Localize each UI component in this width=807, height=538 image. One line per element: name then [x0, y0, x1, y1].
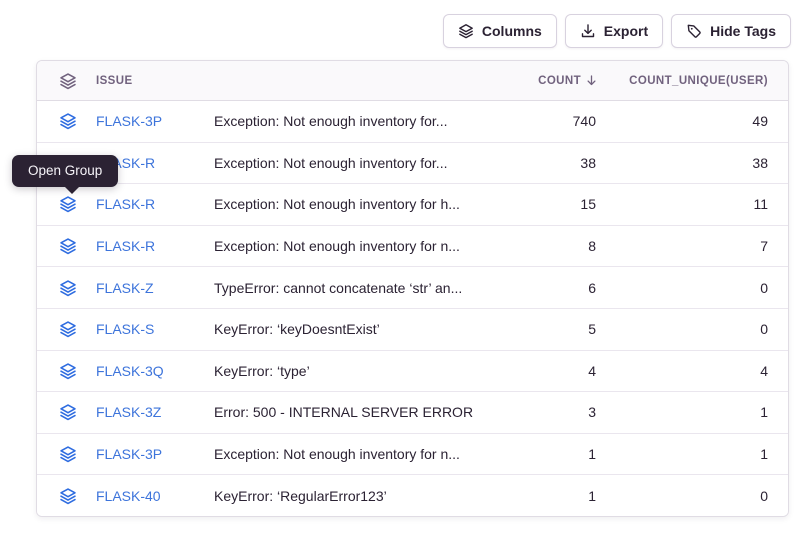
- table-row: FLASK-3P Exception: Not enough inventory…: [37, 434, 788, 476]
- table-body: FLASK-3P Exception: Not enough inventory…: [37, 101, 788, 517]
- issue-title: Exception: Not enough inventory for...: [214, 155, 486, 171]
- count-cell: 5: [588, 321, 596, 337]
- stack-icon: [59, 72, 77, 90]
- issue-title: Exception: Not enough inventory for n...: [214, 238, 486, 254]
- issue-link[interactable]: FLASK-R: [96, 238, 214, 254]
- table-row: FLASK-Z TypeError: cannot concatenate ‘s…: [37, 267, 788, 309]
- open-group-tooltip: Open Group: [12, 155, 118, 187]
- issue-title: KeyError: ‘keyDoesntExist’: [214, 321, 486, 337]
- count-cell: 1: [588, 446, 596, 462]
- count-cell: 1: [588, 488, 596, 504]
- issue-link[interactable]: FLASK-Z: [96, 280, 214, 296]
- count-unique-cell: 1: [760, 446, 768, 462]
- table-row: FLASK-R Exception: Not enough inventory …: [37, 226, 788, 268]
- issue-link[interactable]: FLASK-3P: [96, 446, 214, 462]
- table-row: FLASK-S KeyError: ‘keyDoesntExist’ 5 0: [37, 309, 788, 351]
- table-header-row: ISSUE COUNT COUNT_UNIQUE(USER): [37, 61, 788, 101]
- issue-title: KeyError: ‘RegularError123’: [214, 488, 486, 504]
- count-unique-cell: 49: [752, 113, 768, 129]
- count-unique-cell: 4: [760, 363, 768, 379]
- toolbar: Columns Export Hide Tags: [443, 14, 791, 48]
- count-unique-cell: 0: [760, 488, 768, 504]
- hide-tags-button[interactable]: Hide Tags: [671, 14, 791, 48]
- count-unique-cell: 7: [760, 238, 768, 254]
- issue-link[interactable]: FLASK-3P: [96, 113, 214, 129]
- column-header-issue[interactable]: ISSUE: [96, 75, 214, 87]
- count-cell: 4: [588, 363, 596, 379]
- open-group-stack-icon[interactable]: [59, 487, 77, 505]
- table-row: FLASK-3Z Error: 500 - INTERNAL SERVER ER…: [37, 392, 788, 434]
- table-row: FLASK-R Exception: Not enough inventory …: [37, 184, 788, 226]
- issue-link[interactable]: FLASK-40: [96, 488, 214, 504]
- open-group-stack-icon[interactable]: [59, 279, 77, 297]
- issue-link[interactable]: FLASK-S: [96, 321, 214, 337]
- hide-tags-button-label: Hide Tags: [710, 23, 776, 39]
- count-unique-cell: 11: [753, 196, 768, 212]
- columns-button[interactable]: Columns: [443, 14, 557, 48]
- issue-title: Exception: Not enough inventory for n...: [214, 446, 486, 462]
- issue-title: Error: 500 - INTERNAL SERVER ERROR: [214, 404, 486, 420]
- issue-title: TypeError: cannot concatenate ‘str’ an..…: [214, 280, 486, 296]
- open-group-stack-icon[interactable]: [59, 320, 77, 338]
- issue-title: Exception: Not enough inventory for h...: [214, 196, 486, 212]
- count-cell: 6: [588, 280, 596, 296]
- tooltip-label: Open Group: [28, 163, 102, 178]
- arrow-down-icon: [585, 74, 598, 87]
- download-icon: [580, 23, 596, 39]
- count-cell: 3: [588, 404, 596, 420]
- issue-link[interactable]: FLASK-R: [96, 196, 214, 212]
- issue-title: Exception: Not enough inventory for...: [214, 113, 486, 129]
- issue-link[interactable]: FLASK-3Z: [96, 404, 214, 420]
- stack-icon: [458, 23, 474, 39]
- table-row: FLASK-40 KeyError: ‘RegularError123’ 1 0: [37, 475, 788, 517]
- table-row: FLASK-3Q KeyError: ‘type’ 4 4: [37, 351, 788, 393]
- open-group-stack-icon[interactable]: [59, 112, 77, 130]
- issue-title: KeyError: ‘type’: [214, 363, 486, 379]
- open-group-stack-icon[interactable]: [59, 403, 77, 421]
- count-cell: 8: [588, 238, 596, 254]
- open-group-stack-icon[interactable]: [59, 445, 77, 463]
- column-header-count-unique-user[interactable]: COUNT_UNIQUE(USER): [629, 75, 768, 87]
- count-unique-cell: 38: [752, 155, 768, 171]
- open-group-stack-icon[interactable]: [59, 362, 77, 380]
- issue-column-icon-cell: [37, 72, 96, 90]
- column-header-count[interactable]: COUNT: [538, 74, 596, 87]
- columns-button-label: Columns: [482, 23, 542, 39]
- results-table: ISSUE COUNT COUNT_UNIQUE(USER) FLASK-3P …: [36, 60, 789, 517]
- issue-link[interactable]: FLASK-3Q: [96, 363, 214, 379]
- open-group-stack-icon[interactable]: [59, 237, 77, 255]
- tag-icon: [686, 23, 702, 39]
- count-unique-cell: 0: [760, 280, 768, 296]
- count-cell: 15: [580, 196, 596, 212]
- table-row: FLASK-3P Exception: Not enough inventory…: [37, 101, 788, 143]
- export-button-label: Export: [604, 23, 648, 39]
- count-cell: 38: [580, 155, 596, 171]
- count-unique-cell: 0: [760, 321, 768, 337]
- count-cell: 740: [573, 113, 596, 129]
- export-button[interactable]: Export: [565, 14, 663, 48]
- count-unique-cell: 1: [760, 404, 768, 420]
- open-group-stack-icon[interactable]: [59, 195, 77, 213]
- table-row: FLASK-R Exception: Not enough inventory …: [37, 143, 788, 185]
